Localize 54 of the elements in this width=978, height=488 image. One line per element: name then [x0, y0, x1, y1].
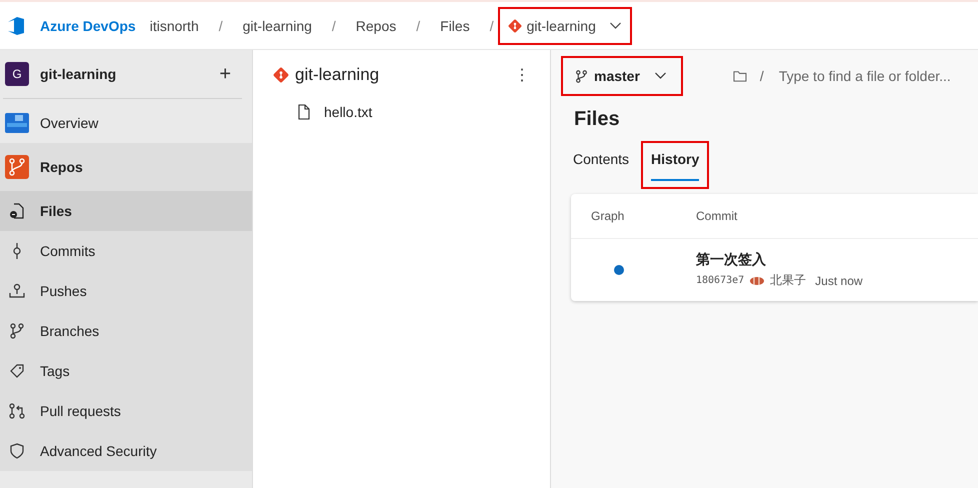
breadcrumb-link[interactable]: Repos	[350, 12, 402, 40]
sidebar-item[interactable]: Branches	[0, 311, 252, 351]
branch-picker[interactable]: master	[561, 56, 683, 96]
project-avatar: G	[5, 62, 29, 86]
tab[interactable]: Contents	[569, 141, 640, 189]
chevron-down-icon	[654, 72, 667, 80]
shield-icon	[9, 443, 25, 459]
sidebar-item[interactable]: Tags	[0, 351, 252, 391]
chevron-down-icon	[608, 22, 622, 30]
breadcrumb-link[interactable]: Files	[434, 12, 476, 40]
sidebar-item[interactable]: Pushes	[0, 271, 252, 311]
branch-icon	[575, 70, 588, 82]
sidebar-item[interactable]: Repos	[0, 143, 252, 191]
author-name: 北果子	[770, 272, 806, 289]
sidebar-item[interactable]: Overview	[0, 103, 252, 143]
page-title: Files	[574, 108, 621, 131]
path-separator: /	[760, 68, 764, 84]
breadcrumb-separator: /	[332, 18, 336, 34]
breadcrumb-link[interactable]: git-learning	[236, 12, 318, 40]
sidebar-item[interactable]: Commits	[0, 231, 252, 271]
breadcrumb-separator: /	[218, 18, 223, 34]
breadcrumb-link[interactable]: itisnorth	[144, 12, 205, 40]
overview-icon	[5, 111, 29, 135]
breadcrumb-separator: /	[416, 18, 420, 34]
push-icon	[9, 283, 25, 299]
path-search-field[interactable]: Type to find a file or folder...	[776, 67, 978, 85]
add-button[interactable]: +	[203, 60, 247, 88]
commit-hash[interactable]: 180673e7	[696, 275, 744, 286]
more-options-button[interactable]: ⋮	[506, 62, 538, 88]
git-icon	[273, 67, 289, 83]
tab[interactable]: History	[641, 141, 710, 189]
commit-message[interactable]: 第一次签入	[696, 251, 863, 269]
column-header: Commit	[696, 209, 738, 223]
column-header: Graph	[590, 209, 626, 223]
author-avatar-icon	[749, 276, 766, 286]
sidebar-item[interactable]: Advanced Security	[0, 431, 252, 471]
repo-name: git-learning	[295, 65, 380, 85]
file-tree-item[interactable]: hello.txt	[253, 100, 372, 124]
branch-icon	[9, 323, 25, 339]
file-icon	[298, 104, 310, 120]
project-name[interactable]: git-learning	[40, 66, 192, 82]
pull-request-icon	[9, 403, 25, 419]
graph-node	[614, 265, 624, 275]
commit-time: Just now	[815, 274, 863, 288]
sidebar-item[interactable]: Pull requests	[0, 391, 252, 431]
breadcrumb-separator: /	[490, 18, 494, 34]
azure-devops-logo-icon	[6, 16, 26, 36]
repo-breadcrumb[interactable]: git-learning	[498, 6, 632, 44]
file-icon	[9, 203, 25, 219]
repos-icon	[5, 155, 29, 179]
product-name[interactable]: Azure DevOps	[40, 18, 136, 34]
sidebar-item[interactable]: Files	[0, 191, 252, 231]
tag-icon	[9, 363, 25, 379]
folder-icon	[732, 70, 747, 82]
